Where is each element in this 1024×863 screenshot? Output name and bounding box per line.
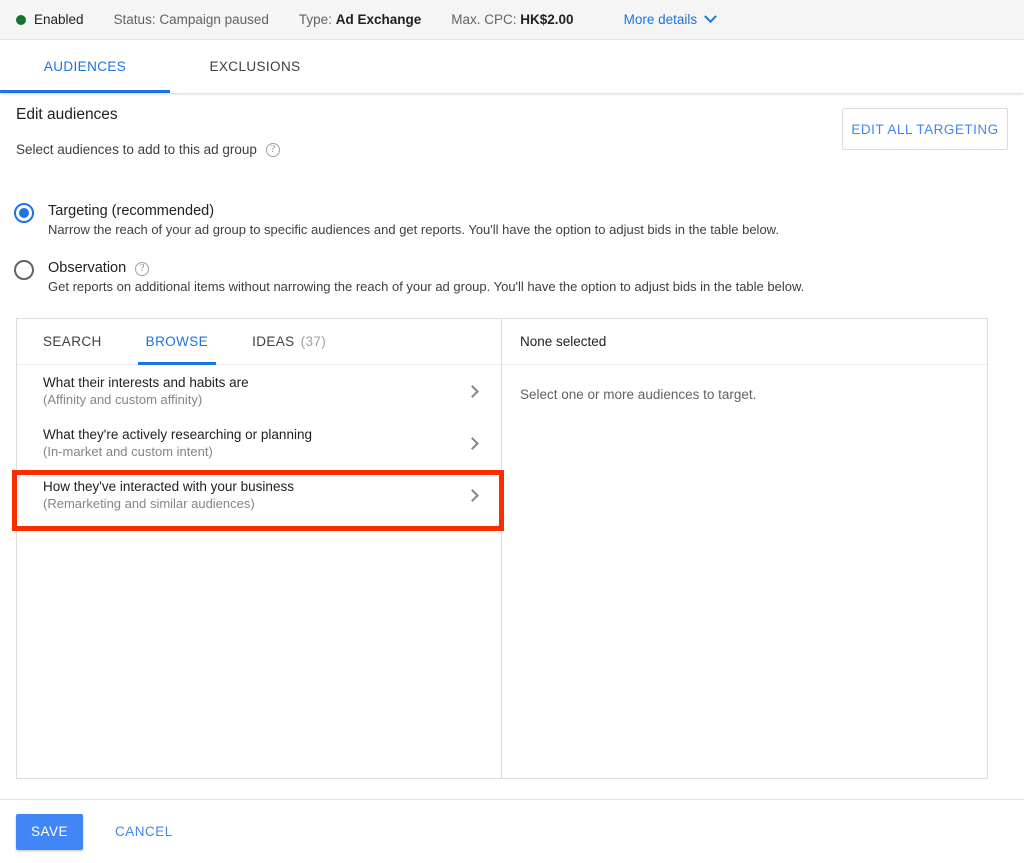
tab-exclusions[interactable]: EXCLUSIONS: [170, 40, 340, 93]
edit-all-targeting-button[interactable]: EDIT ALL TARGETING: [842, 108, 1008, 150]
list-item[interactable]: How they've interacted with your busines…: [17, 469, 501, 521]
audience-picker-panel: SEARCH BROWSE IDEAS (37) What their inte…: [16, 318, 988, 779]
chevron-down-icon: [704, 10, 717, 24]
enabled-status: Enabled: [16, 12, 84, 27]
picker-tab-search-label: SEARCH: [43, 334, 102, 349]
status-dot-icon: [16, 14, 26, 25]
list-item-subtitle: (In-market and custom intent): [43, 444, 213, 459]
enabled-label: Enabled: [34, 12, 84, 27]
chevron-right-icon: [466, 488, 479, 502]
tab-exclusions-label: EXCLUSIONS: [209, 59, 301, 74]
list-item-title: How they've interacted with your busines…: [43, 479, 294, 494]
page-subtitle-text: Select audiences to add to this ad group: [16, 142, 257, 157]
observation-help-icon[interactable]: ?: [135, 261, 150, 276]
picker-tab-ideas[interactable]: IDEAS (37): [230, 319, 348, 365]
cancel-button[interactable]: CANCEL: [105, 816, 183, 847]
more-details-toggle[interactable]: More details: [623, 10, 717, 27]
type-value: Ad Exchange: [335, 12, 422, 27]
list-item[interactable]: What their interests and habits are (Aff…: [17, 365, 501, 417]
targeting-description: Narrow the reach of your ad group to spe…: [48, 222, 779, 237]
picker-tab-ideas-count: (37): [300, 334, 327, 349]
picker-tabbar: SEARCH BROWSE IDEAS (37): [17, 319, 501, 365]
campaign-status-bar: Enabled Status: Campaign paused Type: Ad…: [0, 0, 1024, 40]
chevron-right-icon: [466, 384, 479, 398]
targeting-label: Targeting (recommended): [48, 203, 215, 219]
ad-group-audiences-page: Enabled Status: Campaign paused Type: Ad…: [0, 0, 1024, 863]
targeting-option[interactable]: Targeting (recommended) Narrow the reach…: [14, 202, 779, 239]
cpc-value: HK$2.00: [520, 12, 574, 27]
observation-option[interactable]: Observation ? Get reports on additional …: [14, 259, 804, 296]
action-bar: SAVE CANCEL: [0, 799, 1024, 863]
type-prefix: Type:: [298, 12, 332, 27]
list-item-subtitle: (Affinity and custom affinity): [43, 392, 203, 407]
page-title: Edit audiences: [16, 106, 118, 123]
list-item-title: What they're actively researching or pla…: [43, 427, 312, 442]
observation-label-wrap: Observation ?: [48, 259, 804, 278]
radio-targeting[interactable]: [14, 203, 34, 223]
audience-browser: SEARCH BROWSE IDEAS (37) What their inte…: [17, 319, 502, 778]
list-item[interactable]: What they're actively researching or pla…: [17, 417, 501, 469]
radio-observation[interactable]: [14, 260, 34, 280]
tab-audiences[interactable]: AUDIENCES: [0, 40, 170, 93]
campaign-status-item: Status: Campaign paused: [114, 12, 269, 27]
status-prefix: Status:: [113, 12, 156, 27]
list-item-title: What their interests and habits are: [43, 375, 249, 390]
picker-tab-browse-label: BROWSE: [145, 334, 209, 349]
tab-audiences-label: AUDIENCES: [43, 59, 127, 74]
chevron-right-icon: [466, 436, 479, 450]
page-subtitle: Select audiences to add to this ad group…: [16, 142, 280, 157]
cpc-prefix: Max. CPC:: [451, 12, 517, 27]
status-value: Campaign paused: [159, 12, 269, 27]
browse-category-list: What their interests and habits are (Aff…: [17, 365, 501, 778]
observation-description: Get reports on additional items without …: [48, 279, 805, 294]
save-button[interactable]: SAVE: [16, 813, 83, 850]
selected-audiences-pane: None selected Select one or more audienc…: [502, 319, 987, 778]
picker-tab-ideas-label: IDEAS: [252, 334, 295, 349]
section-tabbar: AUDIENCES EXCLUSIONS: [0, 40, 1024, 93]
help-icon[interactable]: ?: [265, 142, 280, 157]
max-cpc-item: Max. CPC: HK$2.00: [451, 12, 573, 27]
selection-empty-text: Select one or more audiences to target.: [520, 387, 757, 402]
picker-tab-search[interactable]: SEARCH: [17, 319, 124, 365]
selection-header: None selected: [502, 319, 987, 365]
more-details-label: More details: [623, 12, 698, 27]
list-item-subtitle: (Remarketing and similar audiences): [43, 496, 255, 511]
picker-tab-browse[interactable]: BROWSE: [124, 319, 230, 365]
campaign-type-item: Type: Ad Exchange: [299, 12, 421, 27]
observation-label: Observation: [48, 260, 127, 276]
